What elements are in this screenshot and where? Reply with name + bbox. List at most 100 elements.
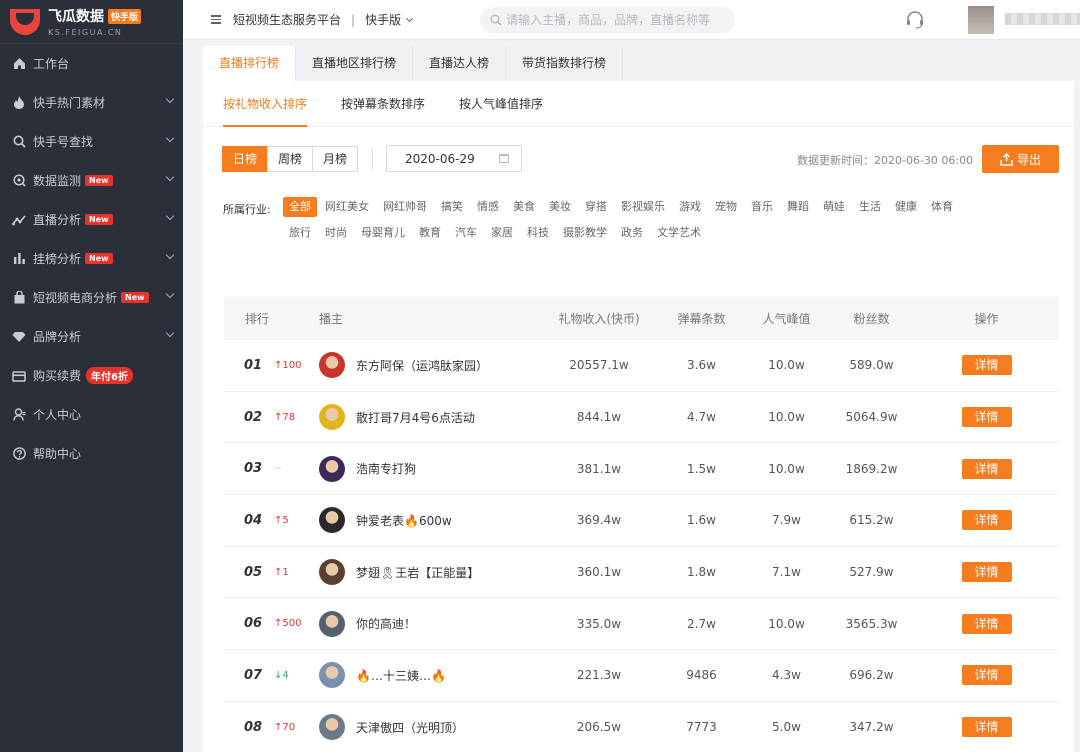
industry-option[interactable]: 政务 [615,223,649,243]
table-row[interactable]: 07 ↓4 🔥…十三姨…🔥 221.3w 9486 4.3w 696.2w 详情 [224,650,1059,702]
anchor-cell[interactable]: 你的高迪！ [319,610,539,637]
tab-sales-index-ranking[interactable]: 带货指数排行榜 [506,46,624,81]
sidebar-item-data-monitor[interactable]: 数据监测 New [0,161,183,200]
table-row[interactable]: 02 ↑78 散打哥7月4号6点活动 844.1w 4.7w 10.0w 5064.9w 详情 [224,392,1059,444]
anchor-avatar[interactable] [319,404,345,431]
anchor-cell[interactable]: 浩南专打狗 [319,455,539,482]
sidebar-item-personal-center[interactable]: 个人中心 [0,395,183,434]
industry-option[interactable]: 情感 [471,197,505,217]
period-daily[interactable]: 日榜 [222,146,269,172]
anchor-avatar[interactable] [319,610,345,637]
industry-option[interactable]: 摄影教学 [557,223,613,243]
industry-option[interactable]: 音乐 [745,197,779,217]
sidebar-item-hot-material[interactable]: 快手热门素材 [0,83,183,122]
industry-option[interactable]: 影视娱乐 [615,197,671,217]
industry-option[interactable]: 游戏 [673,197,707,217]
table-row[interactable]: 03 -- 浩南专打狗 381.1w 1.5w 10.0w 1869.2w 详情 [224,443,1059,496]
industry-option[interactable]: 旅行 [283,223,317,243]
industry-option[interactable]: 体育 [925,197,959,217]
detail-button[interactable]: 详情 [961,355,1012,376]
username-blurred[interactable] [1005,13,1080,25]
global-search[interactable] [480,6,736,33]
anchor-cell[interactable]: 钟爱老表🔥600w [319,507,539,534]
anchor-cell[interactable]: 天津傲四（光明顶） [319,714,539,741]
action-cell: 详情 [914,613,1059,634]
detail-button[interactable]: 详情 [961,458,1012,479]
sidebar-item-brand-analysis[interactable]: 品牌分析 [0,317,183,356]
industry-option[interactable]: 科技 [521,223,555,243]
anchor-avatar[interactable] [319,352,345,379]
industry-option[interactable]: 宠物 [709,197,743,217]
tab-talent-ranking[interactable]: 直播达人榜 [413,46,507,81]
search-input[interactable] [506,12,717,27]
tab-region-ranking[interactable]: 直播地区排行榜 [296,46,414,81]
anchor-name[interactable]: 梦翅🎗王岩【正能量】 [356,564,479,581]
sidebar-item-live-analysis[interactable]: 直播分析 New [0,200,183,239]
sort-by-gift[interactable]: 按礼物收入排序 [223,81,308,127]
detail-button[interactable]: 详情 [961,665,1012,686]
sidebar-item-rank-analysis[interactable]: 挂榜分析 New [0,239,183,278]
sort-by-danmu[interactable]: 按弹幕条数排序 [341,81,425,127]
industry-option[interactable]: 美妆 [543,197,577,217]
anchor-name[interactable]: 散打哥7月4号6点活动 [356,409,475,426]
detail-button[interactable]: 详情 [961,562,1012,583]
anchor-cell[interactable]: 🔥…十三姨…🔥 [319,662,539,689]
anchor-avatar[interactable] [319,662,345,689]
period-weekly[interactable]: 周榜 [267,146,314,172]
table-row[interactable]: 05 ↑1 梦翅🎗王岩【正能量】 360.1w 1.8w 7.1w 527.9w 详情 [224,547,1059,599]
sidebar-item-account-search[interactable]: 快手号查找 [0,122,183,161]
industry-option[interactable]: 时尚 [319,223,353,243]
industry-option[interactable]: 穿搭 [579,197,613,217]
industry-option[interactable]: 美食 [507,197,541,217]
detail-button[interactable]: 详情 [961,407,1012,428]
sidebar-item-purchase[interactable]: 购买续费 年付6折 [0,356,183,395]
industry-option[interactable]: 健康 [889,197,923,217]
anchor-avatar[interactable] [319,559,345,586]
date-picker[interactable]: 2020-06-29 [386,145,522,172]
table-row[interactable]: 06 ↑500 你的高迪！ 335.0w 2.7w 10.0w 3565.3w 详情 [224,598,1059,651]
anchor-name[interactable]: 浩南专打狗 [356,460,416,477]
industry-option[interactable]: 母婴育儿 [355,223,411,243]
sidebar-item-ecommerce-analysis[interactable]: 短视频电商分析 New [0,278,183,317]
anchor-name[interactable]: 钟爱老表🔥600w [356,512,452,529]
detail-button[interactable]: 详情 [961,510,1012,531]
anchor-avatar[interactable] [319,714,345,741]
user-avatar[interactable] [968,6,994,34]
industry-option[interactable]: 萌娃 [817,197,851,217]
menu-toggle-icon[interactable] [211,13,221,26]
anchor-name[interactable]: 天津傲四（光明顶） [356,719,464,736]
anchor-avatar[interactable] [319,455,345,482]
industry-option[interactable]: 网红美女 [319,197,375,217]
version-dropdown[interactable]: 快手版 [365,11,414,28]
industry-option[interactable]: 汽车 [449,223,483,243]
table-row[interactable]: 08 ↑70 天津傲四（光明顶） 206.5w 7773 5.0w 347.2w 详情 [224,702,1059,752]
anchor-name[interactable]: 你的高迪！ [356,615,416,632]
table-row[interactable]: 04 ↑5 钟爱老表🔥600w 369.4w 1.6w 7.9w 615.2w 详情 [224,495,1059,547]
industry-option[interactable]: 教育 [413,223,447,243]
table-row[interactable]: 01 ↑100 东方阿保（运鸿肽家园） 20557.1w 3.6w 10.0w 589.0w… [224,340,1059,392]
detail-button[interactable]: 详情 [961,613,1012,634]
tab-live-ranking[interactable]: 直播排行榜 [203,46,297,81]
industry-option[interactable]: 文学艺术 [651,223,707,243]
sidebar-item-workbench[interactable]: 工作台 [0,44,183,83]
anchor-avatar[interactable] [319,507,345,534]
industry-option[interactable]: 家居 [485,223,519,243]
period-monthly[interactable]: 月榜 [312,146,359,172]
logo[interactable]: 飞瓜数据 快手版 KS.FEIGUA.CN [0,0,183,44]
headset-icon[interactable] [905,10,925,30]
sidebar-item-help-center[interactable]: 帮助中心 [0,434,183,473]
anchor-cell[interactable]: 散打哥7月4号6点活动 [319,404,539,431]
anchor-name[interactable]: 东方阿保（运鸿肽家园） [356,357,488,374]
anchor-name[interactable]: 🔥…十三姨…🔥 [356,667,446,684]
export-button[interactable]: 导出 [982,145,1059,173]
gift-income: 221.3w [576,668,622,683]
anchor-cell[interactable]: 东方阿保（运鸿肽家园） [319,352,539,379]
industry-option[interactable]: 舞蹈 [781,197,815,217]
industry-option[interactable]: 生活 [853,197,887,217]
industry-option[interactable]: 全部 [283,197,317,217]
industry-option[interactable]: 网红帅哥 [377,197,433,217]
sort-by-peak[interactable]: 按人气峰值排序 [459,81,543,127]
industry-option[interactable]: 搞笑 [435,197,469,217]
anchor-cell[interactable]: 梦翅🎗王岩【正能量】 [319,559,539,586]
detail-button[interactable]: 详情 [961,717,1012,738]
